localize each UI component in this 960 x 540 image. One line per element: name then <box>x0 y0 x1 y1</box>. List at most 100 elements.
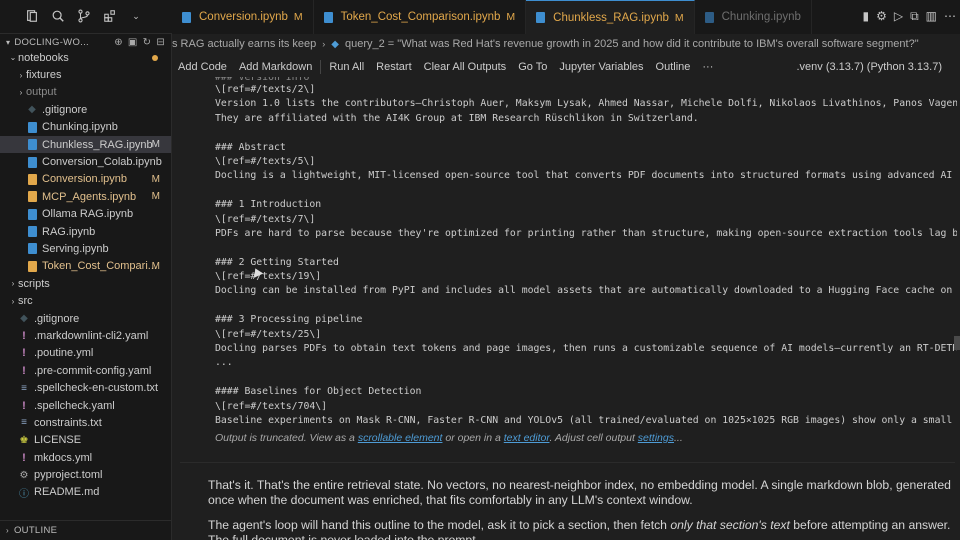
tree-item[interactable]: › output <box>0 84 171 101</box>
modified-badge: M <box>151 139 160 151</box>
markdown-cell[interactable]: That's it. That's the entire retrieval s… <box>208 478 953 540</box>
add-code-button[interactable]: Add Code <box>172 61 233 73</box>
modified-badge: M <box>674 11 684 24</box>
tree-item[interactable]: ≡ .spellcheck-en-custom.txt <box>0 379 171 396</box>
go-to-button[interactable]: Go To <box>512 61 553 73</box>
yaml-file-icon: ! <box>22 364 26 377</box>
tree-item[interactable]: ! mkdocs.yml <box>0 449 171 466</box>
tree-item[interactable]: MCP_Agents.ipynb M <box>0 188 171 205</box>
toolbar-divider <box>320 60 322 74</box>
modified-badge: M <box>293 11 303 23</box>
editor-tab[interactable]: Chunking.ipynb <box>695 0 812 34</box>
outline-section[interactable]: › OUTLINE <box>0 520 171 540</box>
tree-item-label: RAG.ipynb <box>42 225 96 238</box>
explorer-header[interactable]: ▾ DOCLING-WO... ⊕ ▣ ↻ ⊟ <box>0 35 171 49</box>
chevron-down-icon[interactable]: ⌄ <box>128 8 144 24</box>
output-line: \[ref=#/texts/5\] <box>215 155 316 167</box>
breadcrumb-parent[interactable]: s RAG actually earns its keep <box>172 38 316 50</box>
tree-item[interactable]: ≡ constraints.txt <box>0 414 171 431</box>
scrollable-element-link[interactable]: scrollable element <box>358 432 443 444</box>
tree-item-label: Conversion.ipynb <box>42 173 127 186</box>
git-file-icon: ◆ <box>20 313 28 325</box>
jupyter-variables-button[interactable]: Jupyter Variables <box>553 61 649 73</box>
explorer-icon[interactable] <box>24 8 40 24</box>
yaml-file-icon: ! <box>22 329 26 342</box>
restart-button[interactable]: Restart <box>370 61 417 73</box>
tree-item[interactable]: ! .pre-commit-config.yaml <box>0 362 171 379</box>
output-line: Docling is a lightweight, MIT-licensed o… <box>215 170 957 182</box>
tree-item[interactable]: Serving.ipynb <box>0 240 171 257</box>
tree-item[interactable]: Chunkless_RAG.ipynb M <box>0 135 171 154</box>
compare-icon[interactable]: ⧉ <box>910 9 919 24</box>
truncation-mid: or open in a <box>442 432 504 444</box>
output-line: Docling parses PDFs to obtain text token… <box>215 343 957 355</box>
tree-item[interactable]: ! .poutine.yml <box>0 345 171 362</box>
more-actions-button[interactable]: ··· <box>696 61 719 73</box>
editor-tab[interactable]: Token_Cost_Comparison.ipynb M <box>314 0 527 34</box>
search-icon[interactable] <box>50 8 66 24</box>
new-folder-icon[interactable]: ▣ <box>128 37 138 48</box>
output-line: \[ref=#/texts/2\] <box>215 84 316 95</box>
more-icon[interactable]: ⋯ <box>944 9 956 24</box>
breadcrumb-current[interactable]: query_2 = "What was Red Hat's revenue gr… <box>345 38 919 50</box>
notebook-icon[interactable]: ▮ <box>862 9 869 24</box>
notebook-file-icon <box>26 173 38 185</box>
editor-scrollbar[interactable] <box>952 78 960 458</box>
tree-item-label: LICENSE <box>34 434 82 447</box>
chevron-down-icon: ⌄ <box>9 53 17 63</box>
run-icon[interactable]: ▷ <box>894 9 903 24</box>
tree-item-label: .poutine.yml <box>34 347 94 360</box>
tree-item[interactable]: ♚ LICENSE <box>0 432 171 449</box>
source-control-icon[interactable] <box>76 8 92 24</box>
editor-tab[interactable]: Chunkless_RAG.ipynb M <box>526 0 695 34</box>
tree-item[interactable]: Token_Cost_Compari... M <box>0 258 171 275</box>
gear-icon[interactable]: ⚙ <box>876 9 887 24</box>
output-line: Version 1.0 lists the contributors—Chris… <box>215 98 957 110</box>
tree-item[interactable]: ⌄ notebooks <box>0 49 171 66</box>
tree-item[interactable]: ◆ .gitignore <box>0 101 171 118</box>
editor-tab[interactable]: Conversion.ipynb M <box>172 0 314 34</box>
tree-item[interactable]: Conversion.ipynb M <box>0 171 171 188</box>
tree-item[interactable]: Ollama RAG.ipynb <box>0 206 171 223</box>
output-line: ### 3 Processing pipeline <box>215 314 363 326</box>
new-file-icon[interactable]: ⊕ <box>114 37 123 48</box>
tree-item[interactable]: ! .markdownlint-cli2.yaml <box>0 327 171 344</box>
tree-item-label: fixtures <box>26 69 62 82</box>
markdown-emphasis: only that section's text <box>670 518 790 532</box>
tree-item[interactable]: ⓘ README.md <box>0 484 171 501</box>
refresh-icon[interactable]: ↻ <box>143 37 152 48</box>
tree-item-label: .spellcheck.yaml <box>34 399 115 412</box>
output-line: Baseline experiments on Mask R-CNN, Fast… <box>215 414 957 426</box>
text-editor-link[interactable]: text editor <box>504 432 550 444</box>
add-markdown-button[interactable]: Add Markdown <box>233 61 318 73</box>
scroll-thumb[interactable] <box>954 336 960 350</box>
tree-item[interactable]: › src <box>0 292 171 309</box>
clear-outputs-button[interactable]: Clear All Outputs <box>418 61 513 73</box>
editor-tabs: Conversion.ipynb M Token_Cost_Comparison.i… <box>172 0 960 34</box>
tree-item[interactable]: › fixtures <box>0 66 171 83</box>
tree-item[interactable]: › scripts <box>0 275 171 292</box>
tree-item[interactable]: Chunking.ipynb <box>0 119 171 136</box>
output-line: Docling can be installed from PyPI and i… <box>215 285 957 297</box>
tree-item[interactable]: ! .spellcheck.yaml <box>0 397 171 414</box>
settings-link[interactable]: settings <box>638 432 674 444</box>
split-editor-icon[interactable]: ▥ <box>926 9 937 24</box>
workspace-title: DOCLING-WO... <box>14 36 89 48</box>
output-line: ### Abstract <box>215 141 286 153</box>
collapse-all-icon[interactable]: ⊟ <box>156 37 165 48</box>
outline-label: OUTLINE <box>13 525 58 536</box>
run-all-button[interactable]: Run All <box>323 61 370 73</box>
extensions-icon[interactable] <box>102 8 118 24</box>
tree-item[interactable]: RAG.ipynb <box>0 223 171 240</box>
tree-item[interactable]: ⚙ pyproject.toml <box>0 466 171 483</box>
tree-item[interactable]: ◆ .gitignore <box>0 310 171 327</box>
tree-item[interactable]: Conversion_Colab.ipynb <box>0 153 171 170</box>
kernel-picker[interactable]: .venv (3.13.7) (Python 3.13.7) <box>790 61 948 73</box>
notebook-file-icon <box>182 11 191 23</box>
output-line: PDFs are hard to parse because they're o… <box>215 227 957 239</box>
toml-file-icon: ⚙ <box>19 469 29 481</box>
outline-button[interactable]: Outline <box>650 61 697 73</box>
